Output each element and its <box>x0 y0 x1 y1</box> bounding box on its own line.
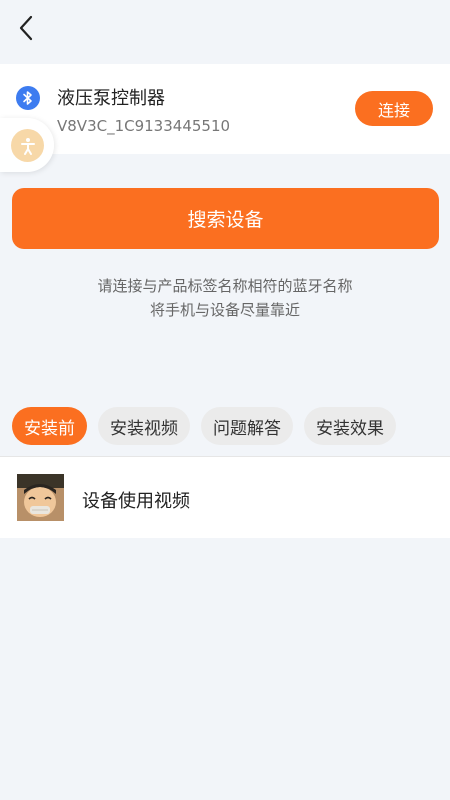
tab-faq[interactable]: 问题解答 <box>201 407 293 445</box>
bluetooth-icon <box>16 86 40 110</box>
video-list-item[interactable] <box>0 457 450 538</box>
tab-install-result[interactable]: 安装效果 <box>304 407 396 445</box>
tab-bar: 安装前 安装视频 问题解答 安装效果 <box>12 407 396 445</box>
connect-button[interactable]: 连接 <box>355 91 433 126</box>
search-device-button[interactable]: 搜索设备 <box>12 188 439 249</box>
hint-text-line-1: 请连接与产品标签名称相符的蓝牙名称 <box>97 277 353 295</box>
video-thumbnail <box>17 474 64 521</box>
tab-before-install[interactable]: 安装前 <box>12 407 87 445</box>
chevron-left-icon <box>19 15 33 41</box>
back-button[interactable] <box>10 10 42 46</box>
accessibility-icon[interactable] <box>11 129 44 162</box>
hint-text-line-2: 将手机与设备尽量靠近 <box>149 301 300 319</box>
device-name: 液压泵控制器 <box>57 88 165 109</box>
tab-install-video[interactable]: 安装视频 <box>98 407 190 445</box>
device-id: V8V3C_1C9133445510 <box>57 117 231 135</box>
video-title: 设备使用视频 <box>82 491 190 512</box>
top-bar <box>0 0 450 64</box>
